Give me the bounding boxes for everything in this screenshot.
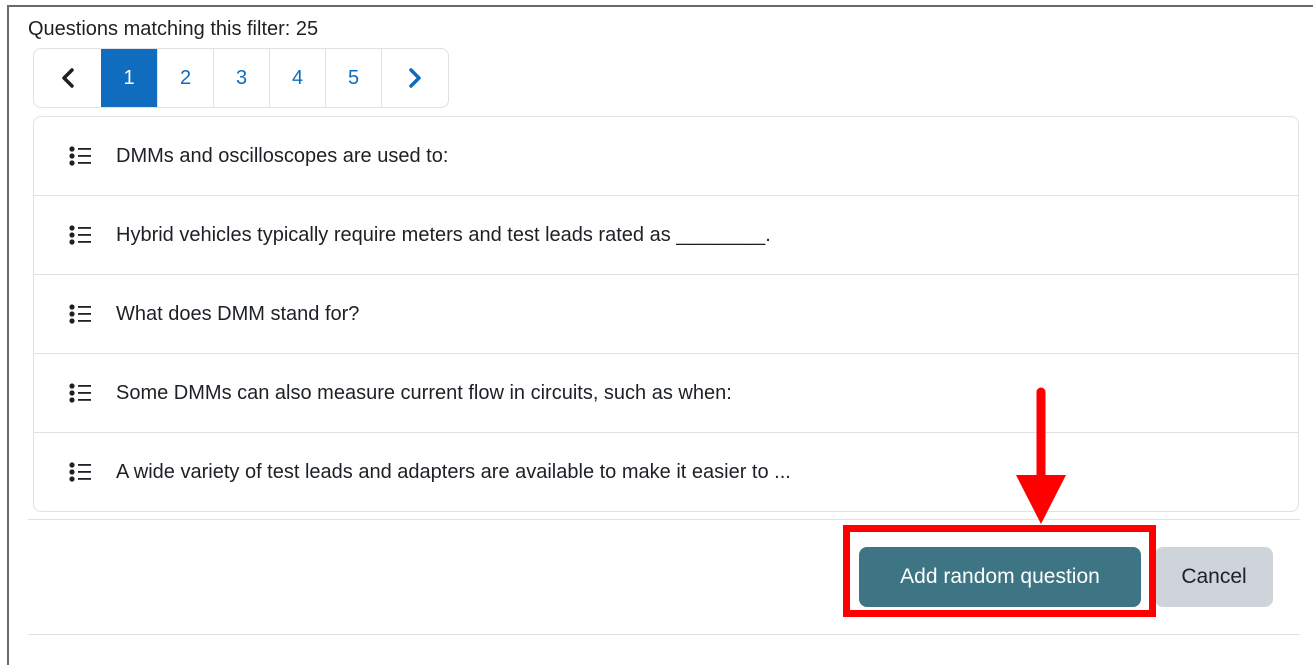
pagination-page-3[interactable]: 3	[213, 49, 269, 107]
pagination-page-5[interactable]: 5	[325, 49, 381, 107]
multichoice-icon	[68, 145, 94, 167]
arrow-down-icon	[1016, 387, 1066, 524]
question-text: Hybrid vehicles typically require meters…	[116, 223, 771, 246]
filter-count-text: Questions matching this filter: 25	[28, 18, 319, 40]
question-row: DMMs and oscilloscopes are used to:	[34, 117, 1298, 195]
chevron-right-icon	[408, 68, 422, 88]
question-text: What does DMM stand for?	[116, 302, 360, 325]
pagination-prev-button[interactable]	[34, 49, 101, 107]
multichoice-icon	[68, 382, 94, 404]
footer-divider-top	[28, 519, 1300, 520]
chevron-left-icon	[61, 68, 75, 88]
pagination-page-1[interactable]: 1	[101, 49, 157, 107]
highlight-annotation-box	[843, 525, 1156, 617]
question-list: DMMs and oscilloscopes are used to: Hybr…	[33, 116, 1299, 512]
question-row: What does DMM stand for?	[34, 274, 1298, 353]
pagination-next-button[interactable]	[381, 49, 448, 107]
multichoice-icon	[68, 224, 94, 246]
pagination: 1 2 3 4 5	[33, 48, 449, 108]
footer-divider-bottom	[28, 634, 1300, 635]
question-row: Hybrid vehicles typically require meters…	[34, 195, 1298, 274]
question-row: Some DMMs can also measure current flow …	[34, 353, 1298, 432]
pagination-page-2[interactable]: 2	[157, 49, 213, 107]
multichoice-icon	[68, 461, 94, 483]
question-text: DMMs and oscilloscopes are used to:	[116, 144, 449, 167]
question-row: A wide variety of test leads and adapter…	[34, 432, 1298, 511]
pagination-page-4[interactable]: 4	[269, 49, 325, 107]
question-text: A wide variety of test leads and adapter…	[116, 460, 791, 483]
multichoice-icon	[68, 303, 94, 325]
question-text: Some DMMs can also measure current flow …	[116, 381, 732, 404]
cancel-button[interactable]: Cancel	[1155, 547, 1273, 607]
